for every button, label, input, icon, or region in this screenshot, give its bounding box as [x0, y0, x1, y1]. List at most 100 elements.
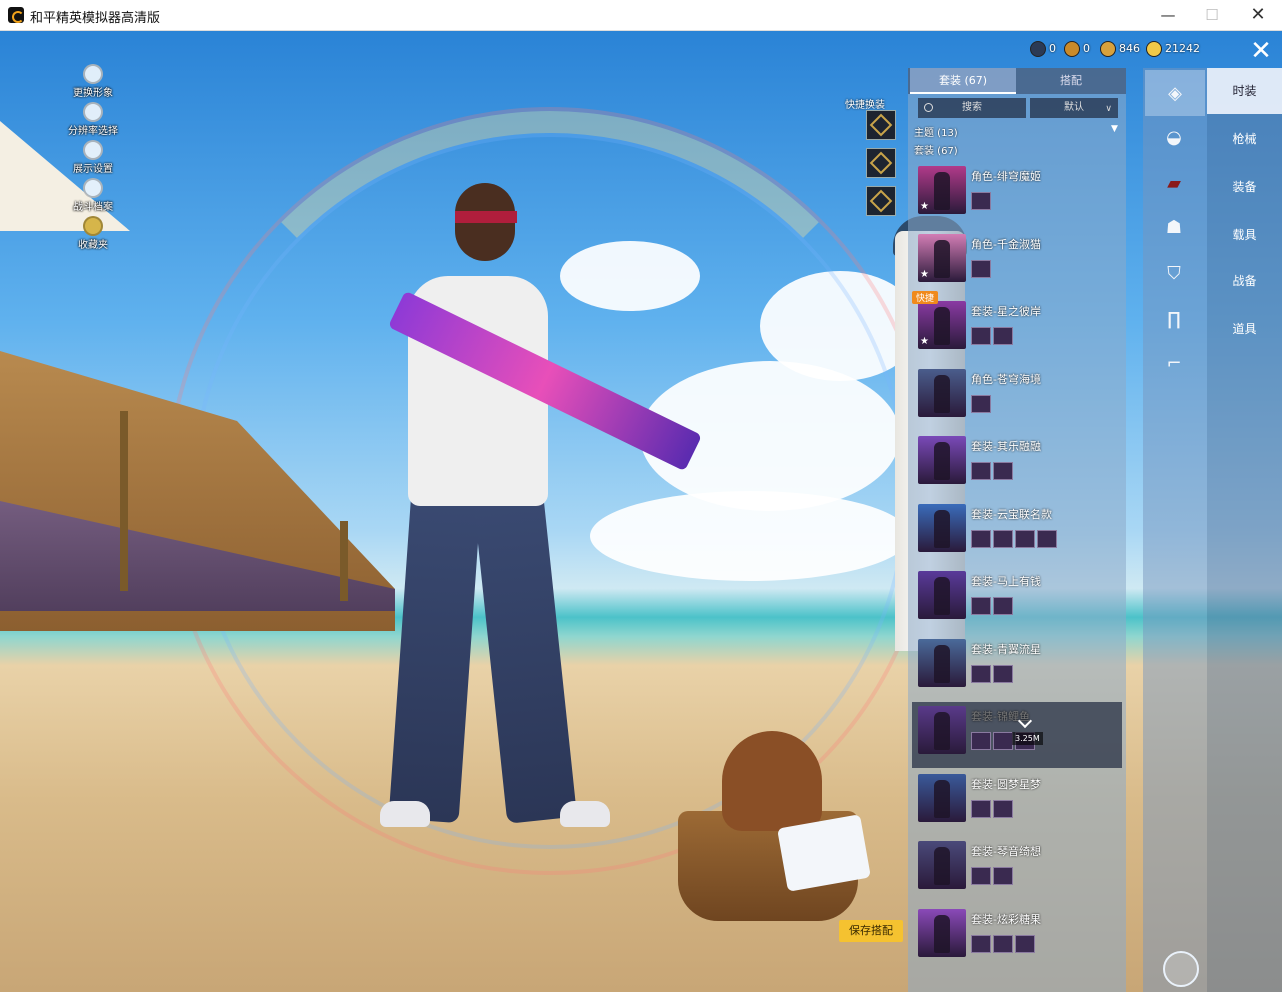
outfit-parts [971, 259, 993, 280]
outfit-part-thumbnail[interactable] [993, 597, 1013, 615]
outfit-row[interactable]: 套装-云宝联名款 [912, 500, 1122, 566]
cap-icon[interactable]: ◒ [1159, 122, 1189, 152]
outfit-part-thumbnail[interactable] [1015, 934, 1035, 953]
outfit-parts [971, 799, 1015, 820]
outfit-part-thumbnail[interactable] [971, 664, 991, 683]
outfit-part-thumbnail[interactable] [1037, 529, 1057, 548]
outfit-thumbnail: ★ [918, 233, 966, 282]
outfit-name: 角色-苍穹海境 [971, 372, 1041, 386]
star-icon: ★ [920, 268, 929, 280]
star-icon: ★ [920, 201, 929, 212]
outfit-part-thumbnail[interactable] [993, 732, 1013, 750]
menu-display-settings[interactable]: 展示设置 [58, 140, 128, 178]
outfit-part-thumbnail[interactable] [971, 597, 991, 615]
outfit-thumbnail [918, 503, 966, 552]
shoes-icon[interactable]: ⌐ [1159, 348, 1189, 378]
nav-equipment[interactable]: 装备 [1207, 164, 1282, 210]
menu-label: 更换形象 [73, 88, 113, 99]
currency-value: 846 [1119, 42, 1140, 55]
quick-badge: 快捷 [912, 291, 939, 304]
outfit-part-thumbnail[interactable] [993, 664, 1013, 683]
face-icon[interactable]: ☗ [1159, 212, 1189, 242]
outfit-part-thumbnail[interactable] [993, 529, 1013, 548]
outfit-thumbnail [918, 368, 966, 417]
outfit-part-thumbnail[interactable] [971, 799, 991, 818]
outfit-row[interactable]: 角色-苍穹海境 [912, 365, 1122, 431]
outfit-figure [934, 239, 950, 278]
outfit-row[interactable]: ★ 角色-千金淑猫 [912, 230, 1122, 296]
outfit-part-thumbnail[interactable] [971, 732, 991, 750]
close-icon[interactable]: ✕ [1243, 35, 1279, 67]
outfit-figure [934, 577, 950, 615]
outfit-row[interactable]: 套装-炫彩糖果 [912, 905, 1122, 971]
chevron-down-icon[interactable]: ▼ [1111, 124, 1118, 134]
outfit-part-thumbnail[interactable] [993, 462, 1013, 480]
outfit-part-thumbnail[interactable] [993, 327, 1013, 345]
outfit-thumbnail [918, 706, 966, 754]
outfit-row[interactable]: 套装-马上有钱 [912, 567, 1122, 633]
outfit-part-thumbnail[interactable] [971, 934, 991, 953]
token-icon [1064, 41, 1080, 57]
currency-gold: 846 [1100, 41, 1140, 59]
menu-label: 收藏夹 [78, 240, 108, 251]
outfit-row[interactable]: ★ 角色-绯穹魔姬 [912, 162, 1122, 228]
globe-icon[interactable] [1163, 951, 1199, 987]
tab-outfits[interactable]: 套装 (67) [910, 68, 1016, 94]
left-menu: 更换形象 分辨率选择 展示设置 战斗档案 收藏夹 [58, 64, 128, 254]
outfit-part-thumbnail[interactable] [971, 259, 991, 278]
sort-dropdown[interactable]: 默认 ∨ [1030, 98, 1118, 118]
outfit-thumbnail [918, 436, 966, 484]
jacket-icon[interactable]: ⛉ [1159, 258, 1189, 288]
menu-favorites[interactable]: 收藏夹 [58, 216, 128, 254]
window-close-button[interactable]: ✕ [1238, 4, 1278, 26]
menu-battle-profile[interactable]: 战斗档案 [58, 178, 128, 216]
sort-label: 默认 [1064, 102, 1084, 113]
category-outfits[interactable]: 套装 (67) [914, 142, 958, 157]
download-size: 3.25M [1012, 732, 1043, 745]
outfit-part-thumbnail[interactable] [993, 867, 1013, 885]
nav-battle-gear[interactable]: 战备 [1207, 258, 1282, 304]
menu-resolution[interactable]: 分辨率选择 [58, 102, 128, 140]
app-logo-icon [8, 7, 24, 23]
tab-match[interactable]: 搭配 [1018, 68, 1124, 94]
window-titlebar: 和平精英模拟器高清版 — ☐ ✕ [0, 0, 1282, 31]
outfit-part-thumbnail[interactable] [971, 867, 991, 885]
menu-change-avatar[interactable]: 更换形象 [58, 64, 128, 102]
profile-icon [83, 178, 103, 198]
mask-icon[interactable]: ▰ [1159, 168, 1189, 198]
quick-slot[interactable] [866, 110, 896, 140]
outfit-row[interactable]: 套装-青翼流星 [912, 635, 1122, 701]
outfit-row[interactable]: 套装-锦鲤鱼 3.25M [912, 702, 1122, 768]
outfit-part-thumbnail[interactable] [1015, 529, 1035, 548]
pants-icon[interactable]: ∏ [1159, 304, 1189, 334]
save-outfit-button[interactable]: 保存搭配 [839, 920, 903, 942]
search-input[interactable]: 搜索 [918, 98, 1026, 118]
nav-vehicles[interactable]: 载具 [1207, 212, 1282, 258]
quick-slot[interactable] [866, 186, 896, 216]
outfit-row[interactable]: 套装-其乐融融 [912, 432, 1122, 498]
outfit-part-thumbnail[interactable] [993, 934, 1013, 953]
nav-weapons[interactable]: 枪械 [1207, 116, 1282, 162]
hat-icon[interactable]: ◈ [1145, 70, 1205, 116]
nav-fashion[interactable]: 时装 [1207, 68, 1282, 114]
category-theme[interactable]: 主题 (13) [914, 124, 958, 139]
outfit-part-thumbnail[interactable] [971, 327, 991, 345]
minimize-button[interactable]: — [1148, 4, 1188, 26]
outfit-part-thumbnail[interactable] [993, 799, 1013, 818]
quick-slot[interactable] [866, 148, 896, 178]
outfit-parts [971, 327, 1015, 347]
outfit-figure [934, 307, 950, 345]
nav-items[interactable]: 道具 [1207, 306, 1282, 352]
outfit-parts [971, 394, 993, 415]
outfit-panel: 套装 (67) 搭配 搜索 默认 ∨ 主题 (13) ▼ 套装 (67) ★ 角色… [908, 68, 1126, 992]
outfit-part-thumbnail[interactable] [971, 192, 991, 210]
maximize-button[interactable]: ☐ [1192, 4, 1232, 26]
outfit-part-thumbnail[interactable] [971, 394, 991, 413]
currency-silver: 21242 [1146, 41, 1200, 59]
outfit-part-thumbnail[interactable] [971, 529, 991, 548]
outfit-figure [934, 644, 950, 683]
outfit-row[interactable]: 套装-琴音绮想 [912, 837, 1122, 903]
outfit-part-thumbnail[interactable] [971, 462, 991, 480]
outfit-row[interactable]: 套装-圆梦星梦 [912, 770, 1122, 836]
outfit-row[interactable]: ★ 快捷 套装-星之彼岸 [912, 291, 1122, 363]
